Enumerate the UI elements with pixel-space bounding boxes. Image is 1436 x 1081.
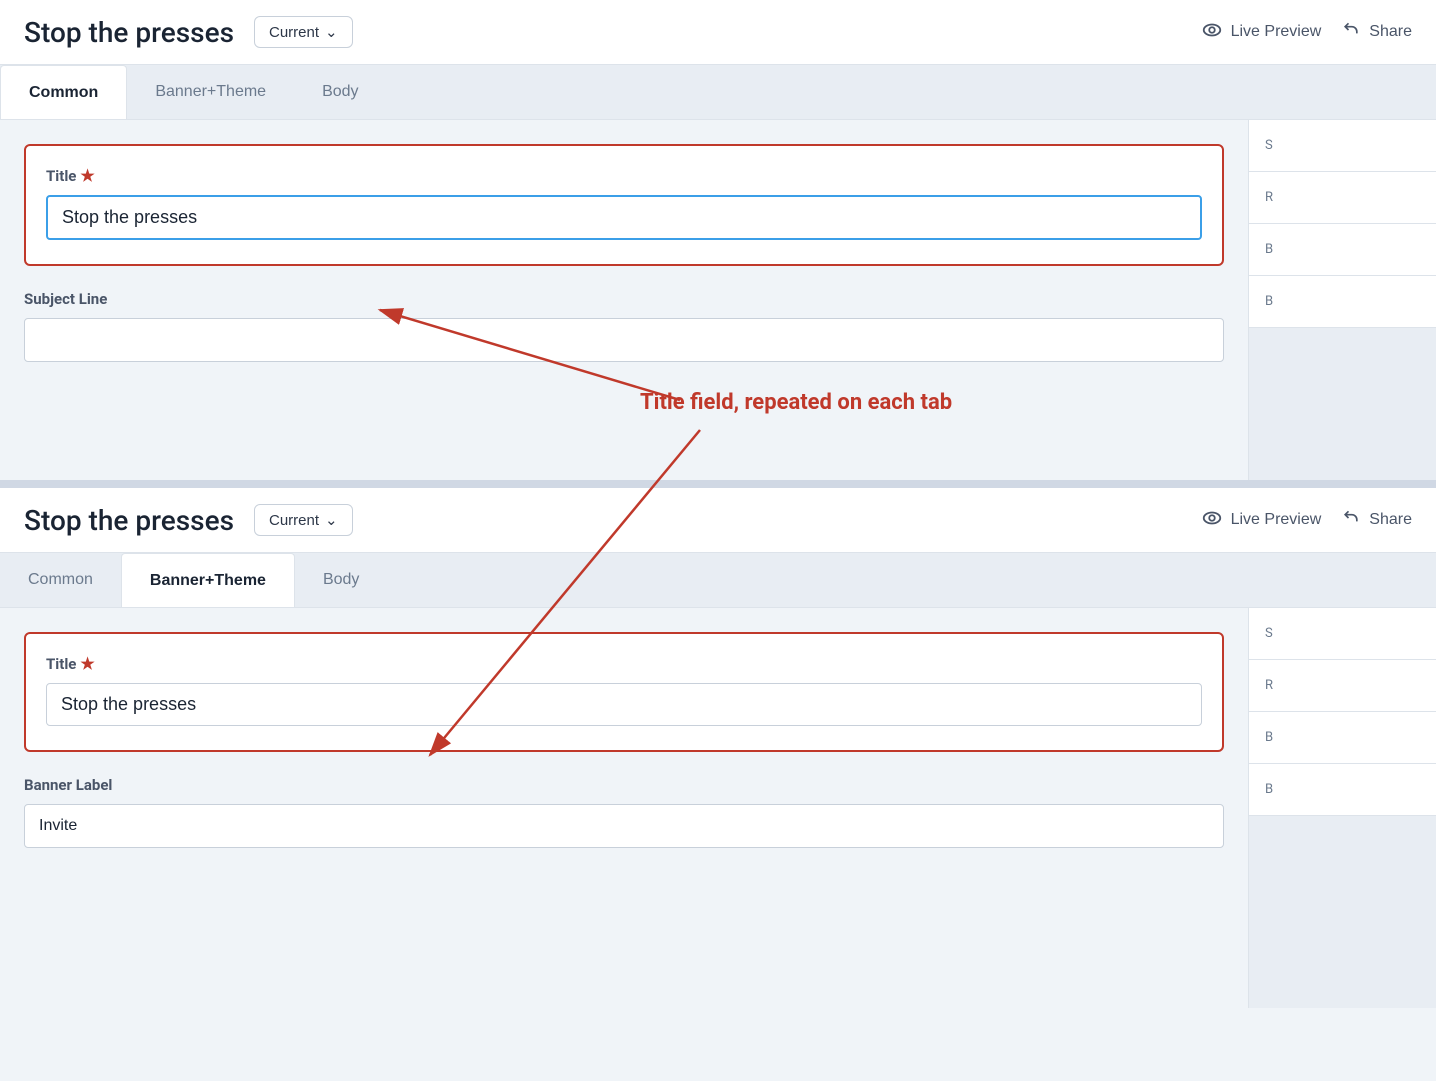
sidebar-item-b1-2: B [1249, 712, 1436, 764]
sidebar-item-r-2: R [1249, 660, 1436, 712]
title-field-label-1: Title ★ [46, 166, 1202, 185]
form-card-2: Title ★ [24, 632, 1224, 752]
chevron-down-icon-2: ⌄ [325, 511, 338, 529]
eye-icon-1 [1201, 19, 1223, 46]
tab-banner-theme-1[interactable]: Banner+Theme [127, 65, 294, 119]
version-label-2: Current [269, 512, 319, 529]
sidebar-item-b2-1: B [1249, 276, 1436, 328]
share-icon-2 [1341, 508, 1361, 533]
live-preview-button-2[interactable]: Live Preview [1201, 507, 1322, 534]
panel-1: Stop the presses Current ⌄ Live Preview [0, 0, 1436, 480]
sidebar-item-s-1: S [1249, 120, 1436, 172]
tab-body-1[interactable]: Body [294, 65, 386, 119]
sidebar-item-s-2: S [1249, 608, 1436, 660]
subject-line-label-1: Subject Line [24, 290, 1224, 308]
required-star-2: ★ [80, 654, 94, 673]
tab-body-2[interactable]: Body [295, 553, 387, 607]
title-input-1[interactable] [46, 195, 1202, 240]
top-bar-2: Stop the presses Current ⌄ Live Preview [0, 488, 1436, 553]
sidebar-item-r-1: R [1249, 172, 1436, 224]
main-content-1: Title ★ Subject Line [0, 120, 1248, 480]
tab-common-2[interactable]: Common [0, 553, 121, 607]
share-button-2[interactable]: Share [1341, 508, 1412, 533]
screen: Stop the presses Current ⌄ Live Preview [0, 0, 1436, 1081]
live-preview-button-1[interactable]: Live Preview [1201, 19, 1322, 46]
share-label-2: Share [1369, 511, 1412, 529]
panel-divider [0, 480, 1436, 488]
tabs-bar-1: Common Banner+Theme Body [0, 65, 1436, 120]
sidebar-item-b1-1: B [1249, 224, 1436, 276]
banner-label-input-2[interactable] [24, 804, 1224, 848]
share-button-1[interactable]: Share [1341, 20, 1412, 45]
chevron-down-icon-1: ⌄ [325, 23, 338, 41]
panel-2: Stop the presses Current ⌄ Live Preview [0, 488, 1436, 1008]
required-star-1: ★ [80, 166, 94, 185]
share-icon-1 [1341, 20, 1361, 45]
content-2: Title ★ Banner Label S R B B [0, 608, 1436, 1008]
live-preview-label-1: Live Preview [1231, 23, 1322, 41]
version-label-1: Current [269, 24, 319, 41]
page-title-2: Stop the presses [24, 504, 234, 537]
version-dropdown-2[interactable]: Current ⌄ [254, 504, 353, 536]
tab-common-1[interactable]: Common [0, 65, 127, 119]
main-content-2: Title ★ Banner Label [0, 608, 1248, 1008]
content-1: Title ★ Subject Line S R B B [0, 120, 1436, 480]
tabs-bar-2: Common Banner+Theme Body [0, 553, 1436, 608]
top-bar-actions-1: Live Preview Share [1201, 19, 1412, 46]
banner-label-label-2: Banner Label [24, 776, 1224, 794]
eye-icon-2 [1201, 507, 1223, 534]
right-sidebar-2: S R B B [1248, 608, 1436, 1008]
subject-line-input-1[interactable] [24, 318, 1224, 362]
top-bar-actions-2: Live Preview Share [1201, 507, 1412, 534]
tab-banner-theme-2[interactable]: Banner+Theme [121, 553, 295, 607]
sidebar-item-b2-2: B [1249, 764, 1436, 816]
form-card-1: Title ★ [24, 144, 1224, 266]
top-bar-1: Stop the presses Current ⌄ Live Preview [0, 0, 1436, 65]
live-preview-label-2: Live Preview [1231, 511, 1322, 529]
banner-label-section-2: Banner Label [24, 776, 1224, 848]
title-input-2[interactable] [46, 683, 1202, 726]
subject-line-section-1: Subject Line [24, 290, 1224, 362]
version-dropdown-1[interactable]: Current ⌄ [254, 16, 353, 48]
title-field-label-2: Title ★ [46, 654, 1202, 673]
share-label-1: Share [1369, 23, 1412, 41]
page-title-1: Stop the presses [24, 16, 234, 49]
right-sidebar-1: S R B B [1248, 120, 1436, 480]
